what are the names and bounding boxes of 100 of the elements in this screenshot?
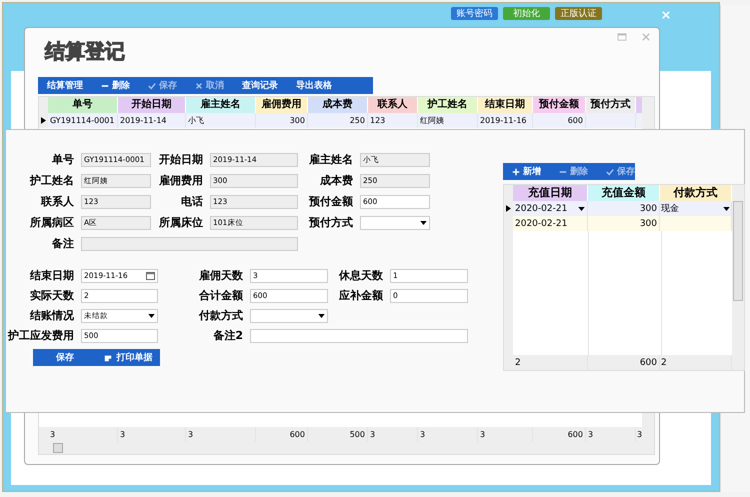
field-label: 预付金额 [308, 194, 353, 209]
form-button[interactable]: 保存 [33, 349, 96, 366]
field-label: 雇主姓名 [308, 152, 353, 167]
column-header[interactable]: 预付金额 [533, 97, 586, 113]
field-label: 预付方式 [308, 215, 353, 230]
field-label: 联系人 [40, 194, 74, 209]
table-cell: 红阿姨 [420, 115, 444, 126]
caret-icon[interactable] [318, 314, 325, 318]
summary-cell: 500 [350, 430, 365, 439]
calendar-icon[interactable] [146, 272, 155, 280]
dialog-title: 结算登记 [45, 38, 125, 65]
form-button[interactable]: 打印单据 [96, 349, 160, 366]
column-header[interactable]: 联系人 [368, 97, 418, 113]
toolbar-button[interactable]: 查询记录 [233, 77, 287, 94]
summary-cell: 3 [120, 430, 126, 439]
field-label: 实际天数 [29, 288, 74, 303]
header-button[interactable]: 账号密码 [451, 7, 498, 20]
column-header[interactable]: 成本费 [308, 97, 368, 113]
table-cell: 250 [350, 116, 365, 125]
summary-cell: 3 [370, 430, 376, 439]
field-label: 开始日期 [158, 152, 203, 167]
table-cell: GY191114-0001 [50, 116, 114, 125]
summary-cell: 600 [290, 430, 305, 439]
table-cell: 123 [370, 116, 386, 125]
field-label: 护工应发费用 [6, 328, 74, 343]
column-header[interactable]: 付款方式 [660, 185, 732, 201]
column-header[interactable]: 开始日期 [118, 97, 186, 113]
summary-cell: 3 [50, 430, 56, 439]
restore-icon[interactable] [617, 33, 627, 41]
print-icon [104, 354, 112, 362]
table-cell: 2019-11-14 [120, 116, 166, 125]
field-label: 护工姓名 [28, 173, 74, 188]
scroll-thumb[interactable] [53, 443, 63, 453]
caret-icon[interactable] [148, 314, 155, 318]
field-label: 成本费 [319, 173, 353, 188]
field-label: 结账情况 [28, 308, 74, 323]
summary-cell: 3 [188, 430, 194, 439]
column-header[interactable]: 结束日期 [478, 97, 533, 113]
caret-icon[interactable] [723, 206, 730, 210]
field-label: 休息天数 [338, 268, 383, 283]
table-cell: 2019-11-16 [480, 116, 526, 125]
column-header[interactable]: 充值金额 [588, 185, 660, 201]
table-row[interactable]: 2020-02-21 300 [504, 216, 732, 231]
input-field[interactable] [250, 328, 468, 342]
table-cell: 2020-02-21 [515, 204, 568, 214]
summary-cell: 2 [515, 358, 521, 368]
field-label: 付款方式 [198, 308, 243, 323]
column-header[interactable]: 雇佣费用 [256, 97, 308, 113]
plus-icon [512, 168, 520, 176]
table-cell: 2020-02-21 [515, 218, 568, 228]
toolbar-button[interactable]: 结算管理 [38, 77, 92, 94]
input-field[interactable] [250, 308, 328, 322]
input-field[interactable] [81, 236, 298, 250]
close-icon[interactable] [642, 33, 650, 41]
toolbar-button[interactable]: 导出表格 [287, 77, 341, 94]
caret-icon[interactable] [578, 206, 585, 210]
row-pointer-icon [506, 205, 511, 212]
summary-cell: 600 [568, 430, 583, 439]
column-header[interactable]: 充值日期 [513, 185, 588, 201]
column-header[interactable]: 单号 [48, 97, 118, 113]
field-label: 所属病区 [29, 215, 74, 230]
field-label: 应补金额 [338, 288, 383, 303]
field-label: 备注 [51, 236, 74, 251]
vertical-scrollbar[interactable] [732, 185, 744, 370]
table-cell: 300 [640, 204, 657, 214]
header-corner [39, 97, 48, 113]
field-label: 结束日期 [28, 268, 74, 283]
field-label: 雇佣费用 [158, 173, 203, 188]
field-label: 单号 [51, 152, 74, 167]
field-label: 电话 [180, 194, 203, 209]
caret-icon[interactable] [420, 220, 427, 224]
summary-cell: 3 [420, 430, 426, 439]
scroll-thumb[interactable] [733, 201, 743, 301]
table-row[interactable]: GY191114-0001 2019-11-14 小飞 300 250 123 红阿姨 2019-11-16 600 [39, 113, 642, 128]
table-cell: 小飞 [188, 115, 204, 126]
toolbar-button[interactable]: 新增 [503, 163, 550, 180]
toolbar-button[interactable]: 删除 [92, 77, 139, 94]
summary-cell: 3 [480, 430, 486, 439]
header-corner [504, 185, 513, 201]
check-icon [606, 168, 614, 176]
table-cell: 300 [640, 218, 657, 228]
header-button[interactable]: 正版认证 [555, 7, 602, 20]
field-label: 所属床位 [158, 215, 203, 230]
summary-cell: 3 [637, 430, 642, 439]
table-row[interactable]: 2020-02-21 300 现金 [504, 201, 732, 216]
input-field[interactable] [360, 216, 430, 230]
close-icon [195, 82, 203, 90]
check-icon [148, 82, 156, 90]
summary-cell: 3 [588, 430, 594, 439]
table-cell-text: 现金 [661, 202, 679, 215]
column-header[interactable]: 护工姓名 [418, 97, 478, 113]
column-header[interactable]: 雇主姓名 [186, 97, 256, 113]
field-label: 合计金额 [198, 288, 243, 303]
table-cell: 600 [568, 116, 583, 125]
column-header[interactable]: 预付方式 [586, 97, 636, 113]
field-label: 雇佣天数 [198, 268, 243, 283]
summary-cell: 2 [661, 358, 667, 368]
summary-cell: 600 [640, 358, 657, 368]
table-cell: 300 [290, 116, 305, 125]
row-pointer-icon [41, 117, 46, 124]
